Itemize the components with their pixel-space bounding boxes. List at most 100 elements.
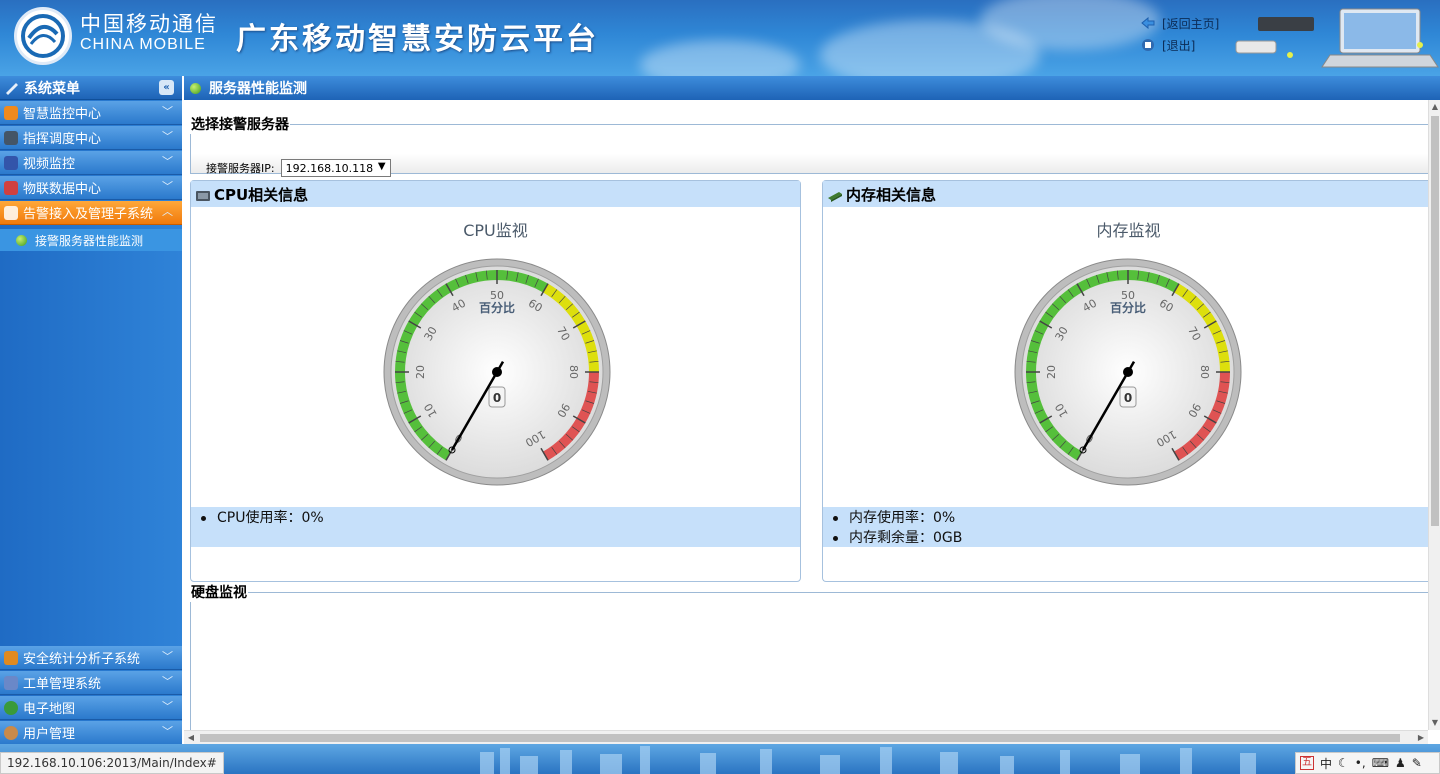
sidebar-item-label: 用户管理: [23, 727, 76, 742]
gauge-tick-label: 80: [567, 365, 580, 379]
horizontal-scrollbar[interactable]: ◀ ▶: [184, 730, 1428, 744]
gauge-tick-label: 20: [414, 365, 427, 379]
memory-gauge: 0102030405060708090100百分比0: [1014, 258, 1242, 486]
monitor-center-icon: [4, 105, 18, 120]
sidebar-item-iot-data[interactable]: 物联数据中心 ﹀: [0, 176, 182, 200]
header-links: [返回主页] [退出]: [1140, 12, 1219, 56]
memory-stick-icon: [827, 188, 843, 202]
sidebar-item-label: 工单管理系统: [23, 677, 102, 692]
home-arrow-icon: [1140, 16, 1156, 30]
sidebar-subitem-label: 接警服务器性能监测: [35, 233, 144, 248]
statistics-icon: [4, 650, 18, 665]
header-cloud-decoration: [640, 40, 800, 76]
home-link[interactable]: [返回主页]: [1140, 12, 1219, 34]
chevron-down-icon: ﹀: [162, 650, 173, 663]
cpu-gauge: 0102030405060708090100百分比0: [383, 258, 611, 486]
scroll-right-arrow-icon[interactable]: ▶: [1414, 731, 1428, 745]
memory-usage-stat: 内存使用率：0%: [823, 509, 1428, 529]
main-title-bar: 服务器性能监测: [184, 76, 1440, 100]
moon-icon[interactable]: ☾: [1338, 756, 1349, 770]
ime-toolbar[interactable]: 五 中 ☾ •, ⌨ ♟ ✎: [1295, 752, 1440, 774]
home-link-label: [返回主页]: [1162, 16, 1220, 31]
brand-english-name: CHINA MOBILE: [80, 36, 206, 53]
status-bar-url: 192.168.10.106:2013/Main/Index#: [0, 752, 224, 774]
sidebar-item-map[interactable]: 电子地图 ﹀: [0, 696, 182, 720]
gauge-value-label: 0: [493, 391, 501, 405]
sidebar-item-label: 指挥调度中心: [23, 132, 102, 147]
header-devices-illustration: [1230, 5, 1440, 73]
horizontal-scroll-thumb[interactable]: [200, 734, 1400, 742]
sidebar-item-work-order[interactable]: 工单管理系统 ﹀: [0, 671, 182, 695]
sidebar-item-video[interactable]: 视频监控 ﹀: [0, 151, 182, 175]
green-dot-icon: [190, 82, 201, 94]
vertical-scroll-thumb[interactable]: [1431, 116, 1439, 526]
sidebar-item-label: 安全统计分析子系统: [23, 652, 141, 667]
gauge-tick-label: 80: [1198, 365, 1211, 379]
camera-icon: [4, 155, 18, 170]
sidebar-item-smart-monitoring[interactable]: 智慧监控中心 ﹀: [0, 101, 182, 125]
sidebar-item-label: 物联数据中心: [23, 182, 102, 197]
memory-panel-header: 内存相关信息: [823, 181, 1428, 207]
scroll-up-arrow-icon[interactable]: ▲: [1429, 100, 1440, 114]
sidebar-item-users[interactable]: 用户管理 ﹀: [0, 721, 182, 745]
keyboard-icon[interactable]: ⌨: [1372, 756, 1389, 770]
gauge-tick-label: 20: [1045, 365, 1058, 379]
gauge-unit-label: 百分比: [1110, 300, 1146, 315]
cpu-usage-stat: CPU使用率：0%: [191, 509, 800, 529]
server-ip-select[interactable]: 192.168.10.118 ▼: [280, 159, 391, 177]
server-select-fieldset: 选择接警服务器 接警服务器IP: 192.168.10.118 ▼: [190, 114, 1428, 177]
dispatch-icon: [4, 130, 18, 145]
server-select-legend: 选择接警服务器: [191, 117, 289, 133]
cpu-panel-header: CPU相关信息: [191, 181, 800, 207]
memory-free-stat: 内存剩余量：0GB: [823, 529, 1428, 549]
cpu-panel: CPU相关信息 CPU监视 0102030405060708090100百分比0…: [190, 180, 801, 582]
globe-icon: [4, 700, 18, 715]
sidebar-subitem-server-monitor[interactable]: 接警服务器性能监测: [0, 229, 182, 251]
chevron-up-icon: ︿: [162, 205, 173, 218]
cpu-chip-icon: [195, 188, 211, 201]
wrench-icon[interactable]: ✎: [1412, 756, 1422, 770]
sidebar-item-label: 视频监控: [23, 157, 76, 172]
scroll-left-arrow-icon[interactable]: ◀: [184, 731, 198, 745]
app-header: 中国移动通信 CHINA MOBILE 广东移动智慧安防云平台 [返回主页] […: [0, 0, 1440, 76]
scroll-down-arrow-icon[interactable]: ▼: [1429, 716, 1440, 730]
gauge-pivot: [492, 367, 502, 377]
server-ip-value: 192.168.10.118: [285, 161, 374, 175]
double-chevron-left-icon[interactable]: «: [159, 80, 174, 95]
cpu-panel-title: CPU相关信息: [214, 185, 309, 204]
sidebar-item-alarm-system[interactable]: 告警接入及管理子系统 ︿: [0, 201, 182, 225]
cpu-gauge-title: CPU监视: [463, 221, 528, 240]
platform-title: 广东移动智慧安防云平台: [236, 22, 599, 57]
logout-link-label: [退出]: [1162, 38, 1196, 53]
vertical-scrollbar[interactable]: ▲ ▼: [1428, 100, 1440, 730]
ime-language-indicator[interactable]: 中: [1320, 755, 1332, 772]
user-icon: [4, 725, 18, 740]
disk-monitor-fieldset: 硬盘监视: [190, 582, 1428, 730]
chevron-down-icon: ﹀: [162, 105, 173, 118]
gauge-value-label: 0: [1124, 391, 1132, 405]
disk-monitor-legend: 硬盘监视: [191, 585, 247, 601]
user-icon[interactable]: ♟: [1395, 756, 1406, 770]
brand-chinese-name: 中国移动通信: [80, 12, 218, 36]
memory-stats: 内存使用率：0% 内存剩余量：0GB: [823, 507, 1428, 547]
memory-panel-title: 内存相关信息: [846, 185, 937, 204]
sidebar-item-label: 电子地图: [23, 702, 76, 717]
punctuation-icon[interactable]: •,: [1355, 756, 1366, 770]
menu-pen-icon: [4, 81, 20, 95]
memory-gauge-title: 内存监视: [1096, 221, 1161, 240]
chevron-down-icon: ﹀: [162, 155, 173, 168]
chevron-down-icon: ﹀: [162, 180, 173, 193]
sidebar-item-dispatch[interactable]: 指挥调度中心 ﹀: [0, 126, 182, 150]
sidebar-item-label: 智慧监控中心: [23, 107, 102, 122]
china-mobile-logo: [14, 7, 72, 65]
ime-mode-indicator[interactable]: 五: [1300, 756, 1314, 770]
sidebar-title: 系统菜单: [0, 76, 182, 100]
alarm-icon: [4, 205, 18, 220]
memory-panel: 内存相关信息 内存监视 0102030405060708090100百分比0 内…: [822, 180, 1428, 582]
sidebar-item-security-stats[interactable]: 安全统计分析子系统 ﹀: [0, 646, 182, 670]
server-select-row: 接警服务器IP: 192.168.10.118 ▼: [206, 159, 391, 177]
gauge-unit-label: 百分比: [479, 300, 515, 315]
logout-icon: [1140, 38, 1156, 52]
logout-link[interactable]: [退出]: [1140, 34, 1219, 56]
main-content: 选择接警服务器 接警服务器IP: 192.168.10.118 ▼ CPU相关信…: [184, 100, 1428, 730]
